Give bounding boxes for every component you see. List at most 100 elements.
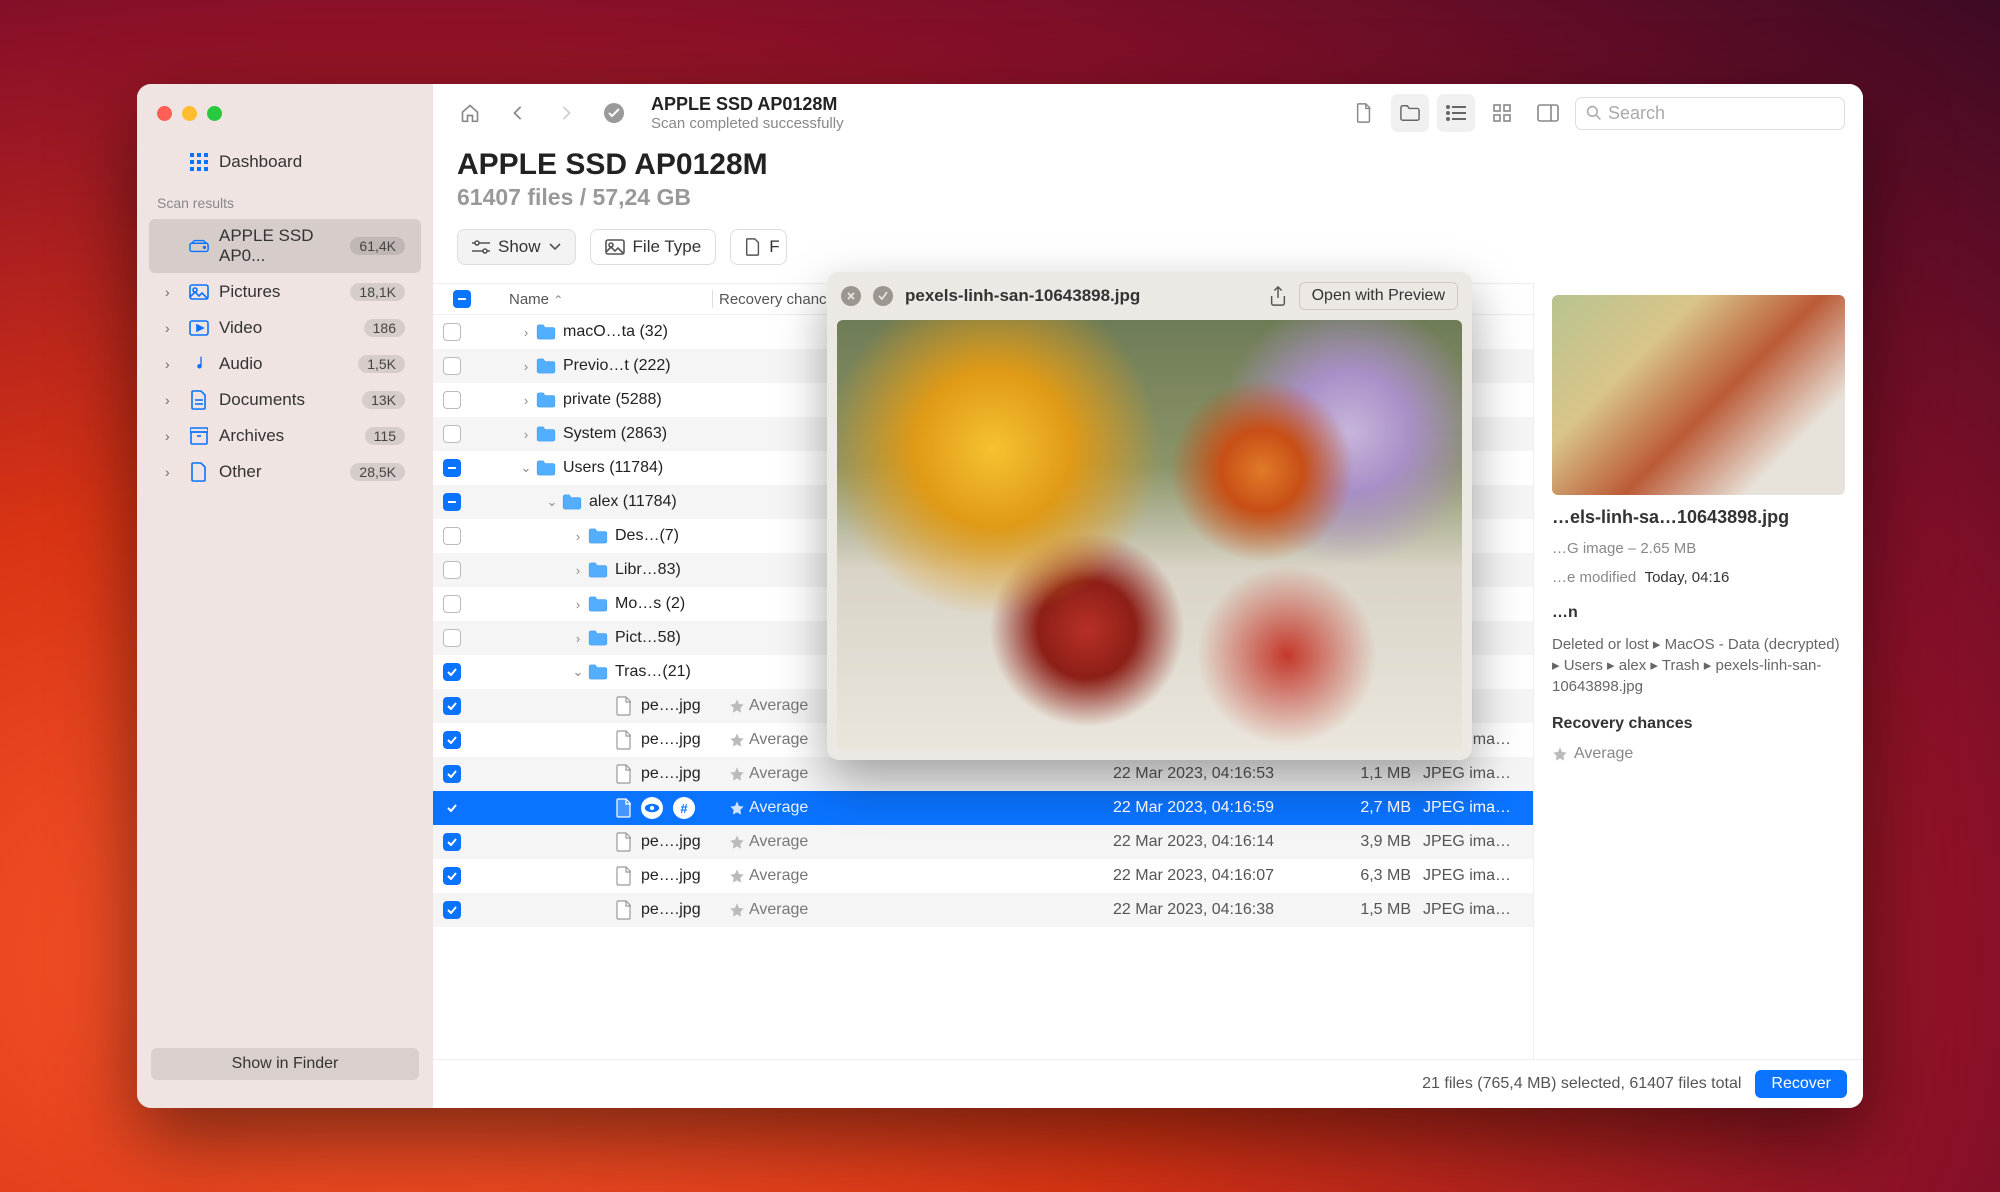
file-row[interactable]: #Average22 Mar 2023, 04:16:592,7 MBJPEG …	[433, 791, 1533, 825]
share-icon[interactable]	[1269, 286, 1287, 306]
row-checkbox[interactable]	[443, 425, 461, 443]
row-checkbox[interactable]	[443, 663, 461, 681]
sliders-icon	[472, 240, 490, 254]
folder-icon	[587, 559, 609, 581]
file-icon	[745, 238, 761, 256]
recover-button[interactable]: Recover	[1755, 1070, 1847, 1098]
disclosure-arrow[interactable]: ⌄	[517, 460, 535, 476]
disclosure-arrow[interactable]: ⌄	[543, 494, 561, 510]
row-checkbox[interactable]	[443, 833, 461, 851]
row-checkbox[interactable]	[443, 391, 461, 409]
file-icon	[613, 763, 635, 785]
details-recovery-value: Average	[1552, 745, 1845, 763]
column-header-name[interactable]: Name ⌃	[481, 291, 706, 308]
row-name: pe….jpg	[641, 731, 701, 749]
sidebar-item-archive[interactable]: ›Archives115	[149, 419, 421, 453]
row-name: Mo…s (2)	[615, 595, 685, 613]
sidebar-item-other[interactable]: ›Other28,5K	[149, 455, 421, 489]
disclosure-arrow[interactable]: ⌄	[569, 664, 587, 680]
folder-icon	[587, 661, 609, 683]
panel-toggle-button[interactable]	[1529, 94, 1567, 132]
row-checkbox[interactable]	[443, 493, 461, 511]
show-in-finder-button[interactable]: Show in Finder	[151, 1048, 419, 1080]
chevron-right-icon: ›	[165, 356, 179, 372]
maximize-window-button[interactable]	[207, 106, 222, 121]
sidebar-item-video[interactable]: ›Video186	[149, 311, 421, 345]
search-input[interactable]: Search	[1575, 97, 1845, 130]
minimize-window-button[interactable]	[182, 106, 197, 121]
row-checkbox[interactable]	[443, 357, 461, 375]
disclosure-arrow[interactable]: ›	[569, 597, 587, 612]
file-view-button[interactable]	[1345, 94, 1383, 132]
open-with-preview-button[interactable]: Open with Preview	[1299, 282, 1458, 310]
row-kind: JPEG ima…	[1423, 901, 1533, 919]
sidebar-item-dashboard[interactable]: Dashboard	[149, 145, 421, 179]
disclosure-arrow[interactable]: ›	[569, 631, 587, 646]
file-icon	[613, 695, 635, 717]
file-row[interactable]: pe….jpgAverage22 Mar 2023, 04:16:143,9 M…	[433, 825, 1533, 859]
grid-view-button[interactable]	[1483, 94, 1521, 132]
disclosure-arrow[interactable]: ›	[517, 393, 535, 408]
toolbar-subtitle: Scan completed successfully	[651, 115, 1335, 132]
sidebar-item-pictures[interactable]: ›Pictures18,1K	[149, 275, 421, 309]
preview-close-button[interactable]	[841, 286, 861, 306]
row-checkbox[interactable]	[443, 323, 461, 341]
file-icon	[613, 797, 635, 819]
row-checkbox[interactable]	[443, 459, 461, 477]
folder-view-button[interactable]	[1391, 94, 1429, 132]
home-button[interactable]	[451, 94, 489, 132]
row-checkbox[interactable]	[443, 629, 461, 647]
row-kind: JPEG ima…	[1423, 833, 1533, 851]
row-checkbox[interactable]	[443, 595, 461, 613]
sidebar-item-label: APPLE SSD AP0...	[219, 226, 340, 266]
show-filter-button[interactable]: Show	[457, 229, 576, 265]
disclosure-arrow[interactable]: ›	[517, 427, 535, 442]
file-row[interactable]: pe….jpgAverage22 Mar 2023, 04:16:076,3 M…	[433, 859, 1533, 893]
file-row[interactable]: pe….jpgAverage22 Mar 2023, 04:16:381,5 M…	[433, 893, 1533, 927]
chevron-right-icon: ›	[165, 428, 179, 444]
row-name: Previo…t (222)	[563, 357, 671, 375]
close-window-button[interactable]	[157, 106, 172, 121]
sidebar-item-count: 115	[365, 427, 405, 445]
forward-button[interactable]	[547, 94, 585, 132]
row-checkbox[interactable]	[443, 901, 461, 919]
disclosure-arrow[interactable]: ›	[517, 325, 535, 340]
back-button[interactable]	[499, 94, 537, 132]
list-view-button[interactable]	[1437, 94, 1475, 132]
disclosure-arrow[interactable]: ›	[569, 529, 587, 544]
audio-icon	[189, 354, 209, 374]
row-checkbox[interactable]	[443, 765, 461, 783]
file-row[interactable]: pe….jpgAverage22 Mar 2023, 04:16:531,1 M…	[433, 757, 1533, 791]
row-checkbox[interactable]	[443, 731, 461, 749]
preview-expand-button[interactable]	[873, 286, 893, 306]
select-all-checkbox[interactable]	[453, 290, 471, 308]
chevron-right-icon: ›	[165, 464, 179, 480]
row-checkbox[interactable]	[443, 867, 461, 885]
sidebar-item-audio[interactable]: ›Audio1,5K	[149, 347, 421, 381]
file-type-filter-button[interactable]: File Type	[590, 229, 717, 265]
row-name: macO…ta (32)	[563, 323, 668, 341]
disclosure-arrow[interactable]: ›	[517, 359, 535, 374]
other-icon	[189, 462, 209, 482]
row-name: Users (11784)	[563, 459, 663, 477]
sidebar-item-document[interactable]: ›Documents13K	[149, 383, 421, 417]
row-checkbox[interactable]	[443, 697, 461, 715]
folder-icon	[535, 457, 557, 479]
sidebar-item-drive[interactable]: APPLE SSD AP0...61,4K	[149, 219, 421, 273]
folder-icon	[587, 627, 609, 649]
row-checkbox[interactable]	[443, 527, 461, 545]
hex-icon[interactable]: #	[673, 797, 695, 819]
row-recovery: Average	[729, 901, 839, 919]
row-name: Des…(7)	[615, 527, 679, 545]
details-modified: …e modified Today, 04:16	[1552, 569, 1845, 586]
disclosure-arrow[interactable]: ›	[569, 563, 587, 578]
headline-subtitle: 61407 files / 57,24 GB	[457, 184, 1839, 211]
quick-look-icon[interactable]	[641, 797, 663, 819]
search-icon	[1586, 105, 1602, 121]
row-name: Libr…83)	[615, 561, 681, 579]
row-checkbox[interactable]	[443, 561, 461, 579]
row-size: 3,9 MB	[1343, 833, 1423, 851]
row-checkbox[interactable]	[443, 799, 461, 817]
file-icon	[613, 899, 635, 921]
more-filter-button[interactable]: F	[730, 229, 786, 265]
